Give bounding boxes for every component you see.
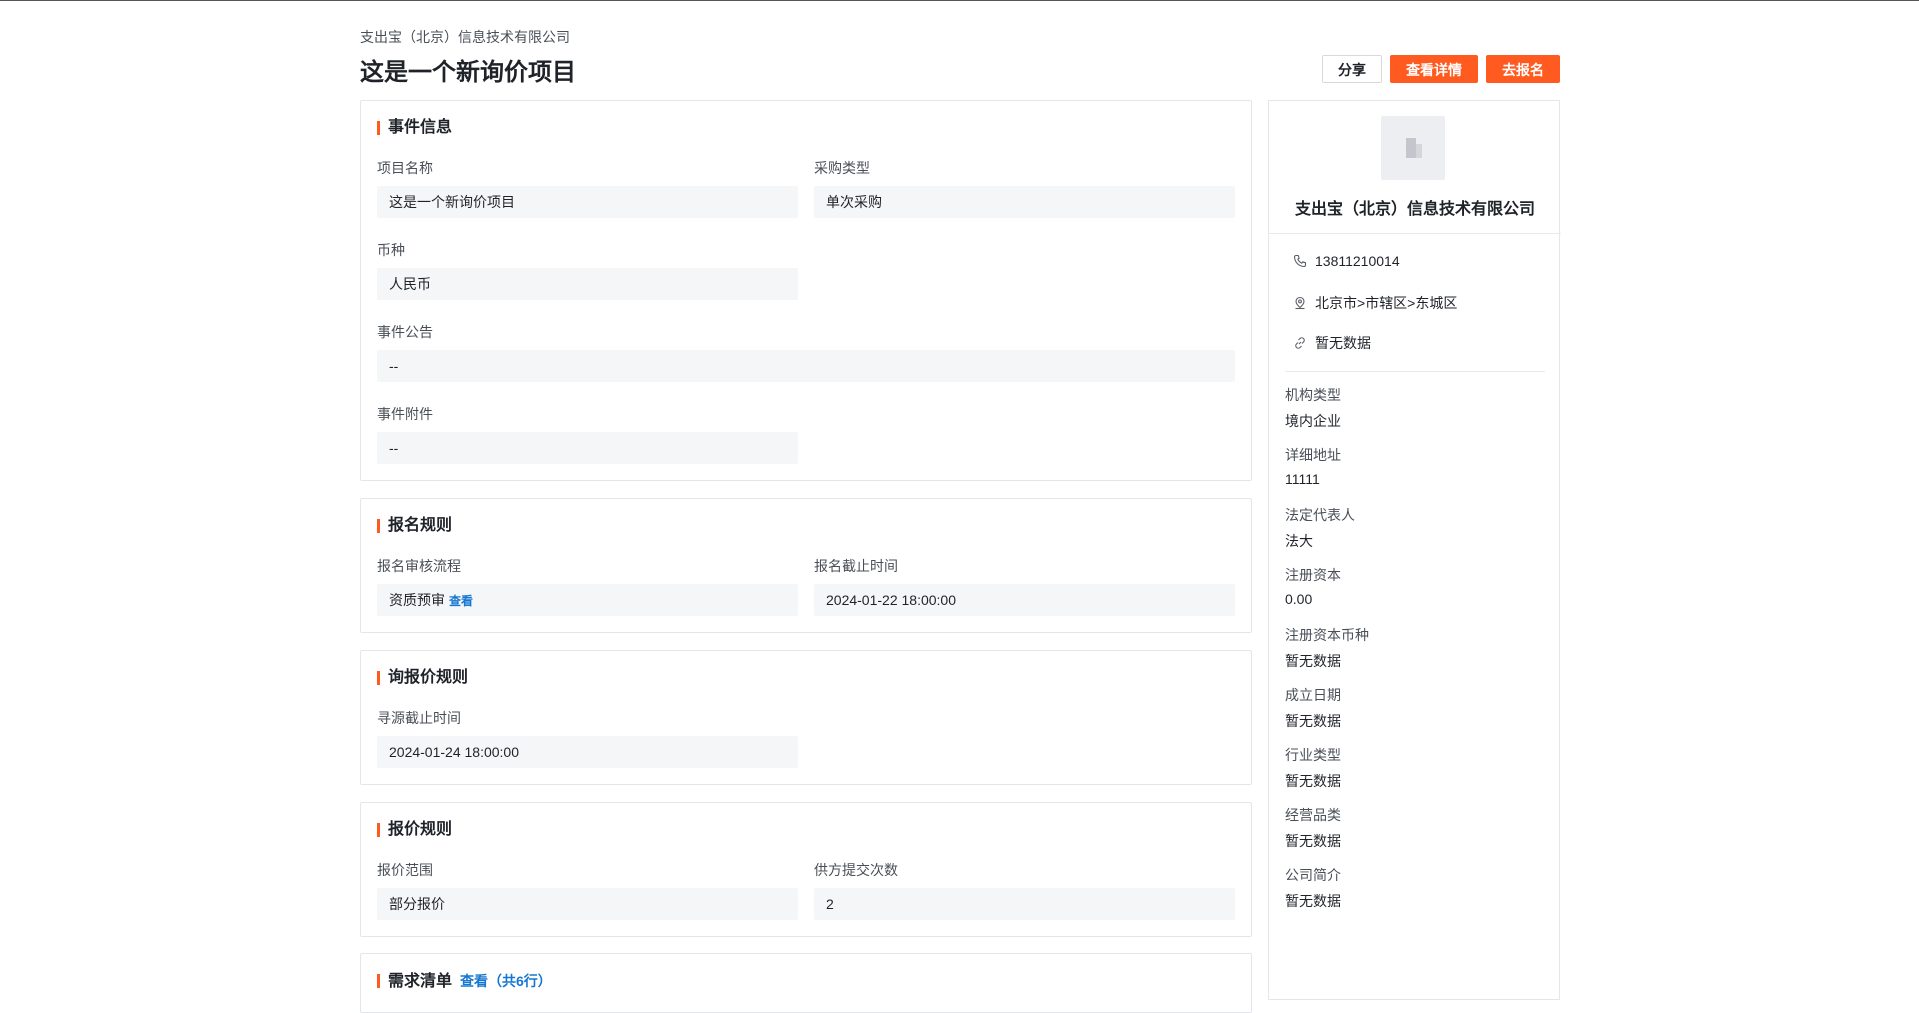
review-process-label: 报名审核流程: [377, 558, 461, 574]
quote-scope-value: 部分报价: [377, 888, 798, 920]
section-title: 询报价规则: [377, 668, 468, 688]
phone-row: 13811210014: [1293, 253, 1400, 269]
signup-deadline-label: 报名截止时间: [814, 558, 898, 574]
view-demand-list-link[interactable]: 查看（共6行）: [460, 973, 552, 989]
signup-button[interactable]: 去报名: [1486, 55, 1560, 83]
phone-icon: [1293, 254, 1307, 268]
phone-value: 13811210014: [1315, 253, 1400, 269]
divider: [1285, 371, 1545, 372]
capital-currency-value: 暂无数据: [1285, 653, 1341, 669]
submit-count-label: 供方提交次数: [814, 862, 898, 878]
signup-rules-card: 报名规则 报名审核流程 资质预审 查看 报名截止时间 2024-01-22 18:…: [360, 498, 1252, 633]
attachment-value: --: [377, 432, 798, 464]
top-border: [0, 0, 1919, 1]
region-row: 北京市>市辖区>东城区: [1293, 293, 1457, 313]
section-title: 报价规则: [377, 820, 452, 840]
inquiry-rules-card: 询报价规则 寻源截止时间 2024-01-24 18:00:00: [360, 650, 1252, 785]
legal-rep-value: 法大: [1285, 533, 1313, 549]
registered-capital-label: 注册资本: [1285, 567, 1341, 583]
address-value: 11111: [1285, 471, 1320, 487]
project-name-value: 这是一个新询价项目: [377, 186, 798, 218]
currency-value: 人民币: [377, 268, 798, 300]
purchase-type-value: 单次采购: [814, 186, 1235, 218]
purchase-type-label: 采购类型: [814, 160, 870, 176]
page-title: 这是一个新询价项目: [360, 59, 576, 86]
quote-rules-card: 报价规则 报价范围 部分报价 供方提交次数 2: [360, 802, 1252, 937]
review-process-text: 资质预审: [389, 592, 445, 608]
legal-rep-label: 法定代表人: [1285, 507, 1355, 523]
company-logo: [1381, 116, 1445, 180]
action-bar: 分享 查看详情 去报名: [1322, 55, 1560, 83]
view-review-link[interactable]: 查看: [449, 594, 473, 608]
company-intro-value: 暂无数据: [1285, 893, 1341, 909]
share-button[interactable]: 分享: [1322, 55, 1382, 83]
company-name: 支出宝（北京）信息技术有限公司: [360, 29, 570, 45]
sidebar-company-name: 支出宝（北京）信息技术有限公司: [1294, 201, 1535, 218]
demand-list-title: 需求清单: [388, 973, 453, 990]
submit-count-value: 2: [814, 888, 1235, 920]
sourcing-deadline-value: 2024-01-24 18:00:00: [377, 736, 798, 768]
founded-date-label: 成立日期: [1285, 687, 1341, 703]
org-type-label: 机构类型: [1285, 387, 1341, 403]
org-type-value: 境内企业: [1285, 413, 1341, 429]
business-category-value: 暂无数据: [1285, 833, 1341, 849]
website-row: 暂无数据: [1293, 333, 1371, 353]
region-value: 北京市>市辖区>东城区: [1315, 295, 1458, 311]
project-name-label: 项目名称: [377, 160, 433, 176]
capital-currency-label: 注册资本币种: [1285, 627, 1369, 643]
building-icon: [1406, 138, 1422, 158]
industry-type-value: 暂无数据: [1285, 773, 1341, 789]
review-process-value: 资质预审 查看: [377, 584, 798, 616]
industry-type-label: 行业类型: [1285, 747, 1341, 763]
announcement-value: --: [377, 350, 1235, 382]
sourcing-deadline-label: 寻源截止时间: [377, 710, 461, 726]
company-intro-label: 公司简介: [1285, 867, 1341, 883]
address-label: 详细地址: [1285, 447, 1341, 463]
business-category-label: 经营品类: [1285, 807, 1341, 823]
attachment-label: 事件附件: [377, 406, 433, 422]
section-title: 事件信息: [377, 118, 452, 138]
founded-date-value: 暂无数据: [1285, 713, 1341, 729]
section-title: 报名规则: [377, 516, 452, 536]
quote-scope-label: 报价范围: [377, 862, 433, 878]
divider: [1269, 233, 1561, 234]
announcement-label: 事件公告: [377, 324, 433, 340]
demand-list-card: 需求清单 查看（共6行）: [360, 953, 1252, 1013]
company-sidebar: 支出宝（北京）信息技术有限公司 13811210014 北京市>市辖区>东城区 …: [1268, 100, 1561, 1000]
event-info-card: 事件信息 项目名称 这是一个新询价项目 采购类型 单次采购 币种 人民币 事件公…: [360, 100, 1252, 481]
link-icon: [1295, 337, 1305, 349]
currency-label: 币种: [377, 242, 405, 258]
signup-deadline-value: 2024-01-22 18:00:00: [814, 584, 1235, 616]
website-value: 暂无数据: [1315, 335, 1371, 351]
view-details-button[interactable]: 查看详情: [1390, 55, 1478, 83]
registered-capital-value: 0.00: [1285, 591, 1313, 607]
section-title: 需求清单 查看（共6行）: [377, 971, 552, 992]
location-icon: [1295, 296, 1305, 310]
